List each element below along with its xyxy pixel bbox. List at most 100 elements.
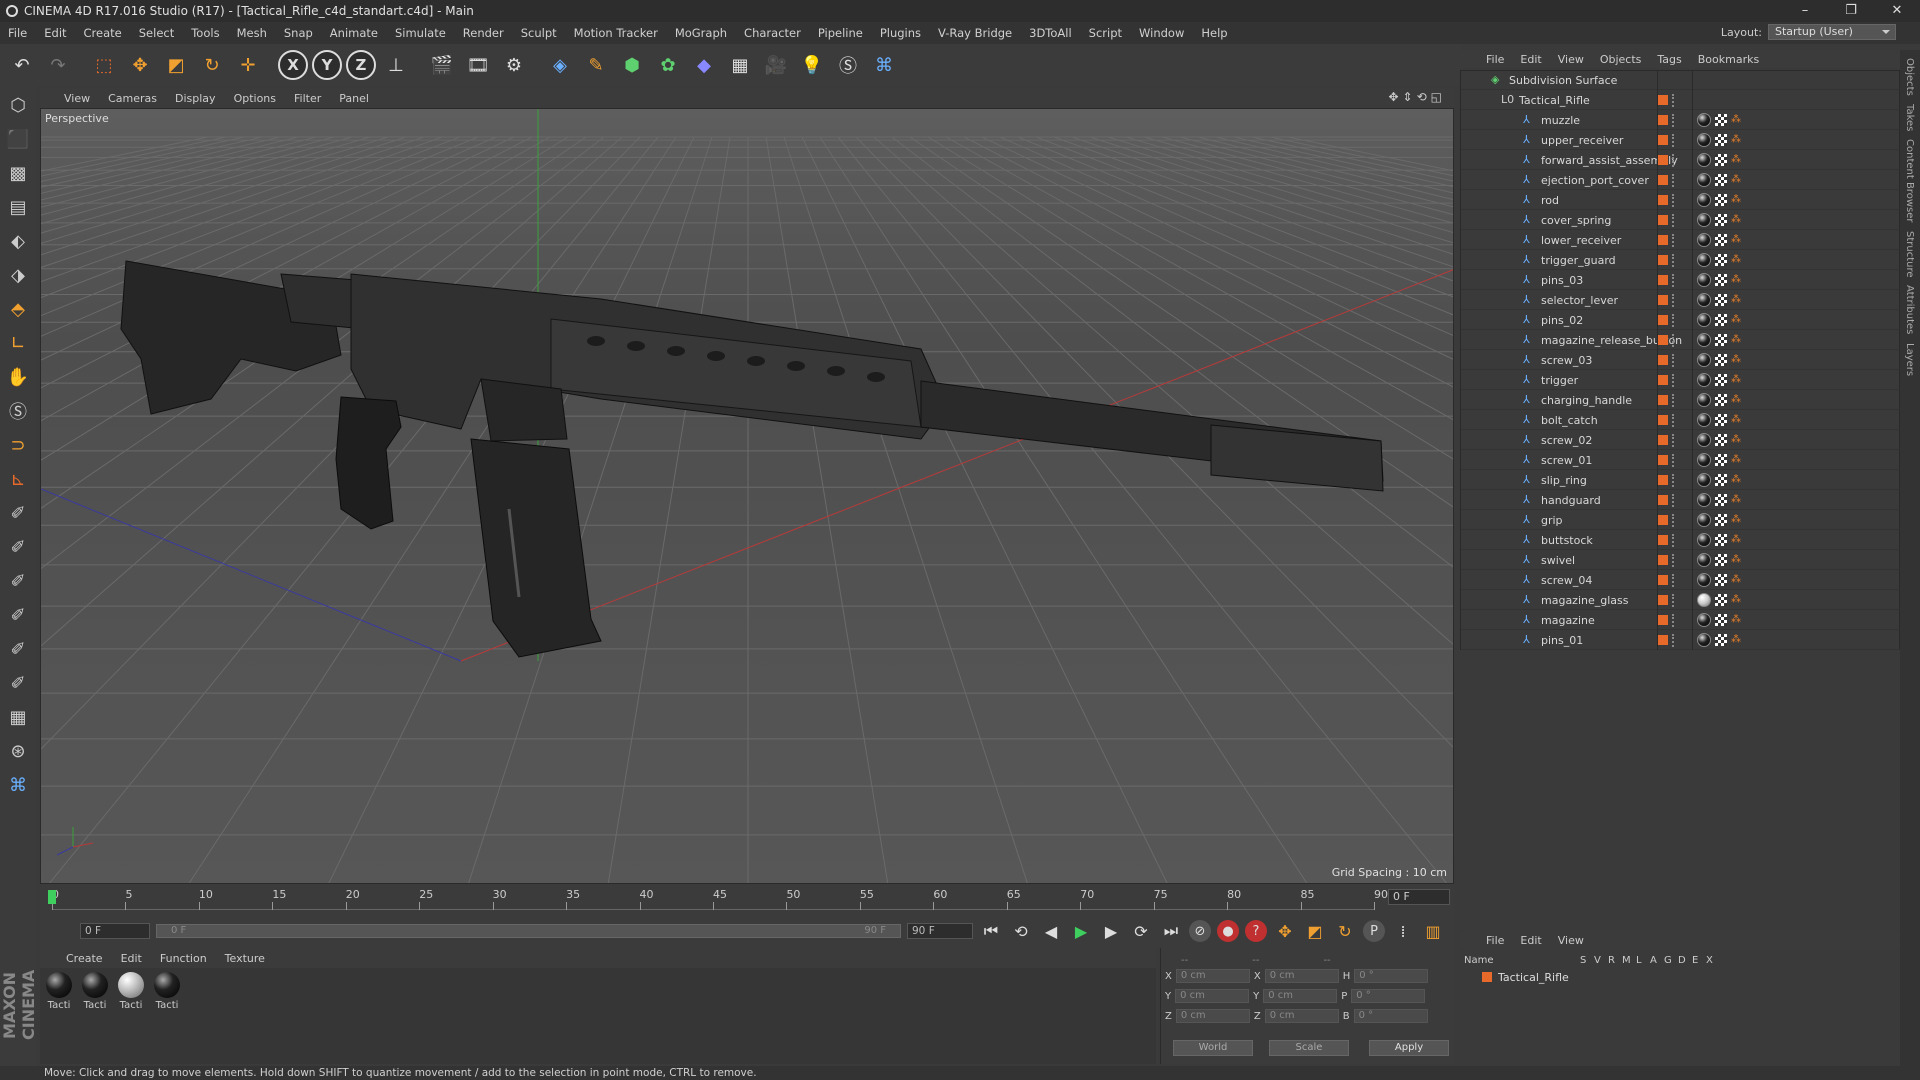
render-view-icon[interactable]: 🎬 <box>426 49 458 81</box>
object-name[interactable]: Tactical_Rifle <box>1519 94 1590 107</box>
apply-button[interactable]: Apply <box>1369 1040 1449 1056</box>
layer-color-swatch[interactable] <box>1658 435 1668 445</box>
magnet-icon[interactable]: ⊛ <box>3 736 33 766</box>
close-button[interactable]: ✕ <box>1874 0 1920 22</box>
layer-row[interactable]: Tactical_Rifle <box>1460 968 1900 986</box>
visibility-toggle[interactable] <box>1672 454 1676 467</box>
uvw-tag-icon[interactable] <box>1715 454 1727 466</box>
uvw-tag-icon[interactable] <box>1715 374 1727 386</box>
object-name[interactable]: swivel <box>1541 554 1575 567</box>
object-menu-file[interactable]: File <box>1486 53 1504 66</box>
object-name[interactable]: magazine_glass <box>1541 594 1629 607</box>
phong-tag-icon[interactable]: ⁂ <box>1731 135 1741 145</box>
phong-tag-icon[interactable]: ⁂ <box>1731 575 1741 585</box>
phong-tag-icon[interactable]: ⁂ <box>1731 375 1741 385</box>
material-swatch[interactable]: Tacti <box>80 972 110 1060</box>
menu-render[interactable]: Render <box>463 26 504 40</box>
uvw-tag-icon[interactable] <box>1715 134 1727 146</box>
layer-color-swatch[interactable] <box>1658 595 1668 605</box>
layer-color-swatch[interactable] <box>1658 615 1668 625</box>
visibility-toggle[interactable] <box>1672 274 1676 287</box>
start-frame-field[interactable]: 0 F <box>80 923 150 939</box>
undo-icon[interactable]: ↶ <box>6 49 38 81</box>
phong-tag-icon[interactable]: ⁂ <box>1731 455 1741 465</box>
phong-tag-icon[interactable]: ⁂ <box>1731 235 1741 245</box>
layer-color-swatch[interactable] <box>1658 575 1668 585</box>
uvw-tag-icon[interactable] <box>1715 274 1727 286</box>
visibility-toggle[interactable] <box>1672 194 1676 207</box>
viewport-menu-view[interactable]: View <box>64 92 90 105</box>
object-name[interactable]: screw_02 <box>1541 434 1592 447</box>
material-tag-icon[interactable] <box>1697 573 1711 587</box>
points-mode-icon[interactable]: ⬖ <box>3 226 33 256</box>
material-tag-icon[interactable] <box>1697 353 1711 367</box>
minimize-button[interactable]: – <box>1782 0 1828 22</box>
object-row[interactable]: ⅄ lower_receiver ⁂ <box>1461 231 1901 250</box>
object-row[interactable]: ⅄ ejection_port_cover ⁂ <box>1461 171 1901 190</box>
uvw-tag-icon[interactable] <box>1715 354 1727 366</box>
object-name[interactable]: bolt_catch <box>1541 414 1598 427</box>
menu-motion-tracker[interactable]: Motion Tracker <box>574 26 658 40</box>
object-row[interactable]: ⅄ bolt_catch ⁂ <box>1461 411 1901 430</box>
current-frame-field[interactable]: 0 F <box>1388 889 1450 905</box>
layer-color-swatch[interactable] <box>1658 635 1668 645</box>
phong-tag-icon[interactable]: ⁂ <box>1731 395 1741 405</box>
coordinate-system-icon[interactable]: ⊥ <box>380 49 412 81</box>
phong-tag-icon[interactable]: ⁂ <box>1731 155 1741 165</box>
material-tag-icon[interactable] <box>1697 613 1711 627</box>
phong-tag-icon[interactable]: ⁂ <box>1731 355 1741 365</box>
material-tag-icon[interactable] <box>1697 153 1711 167</box>
phong-tag-icon[interactable]: ⁂ <box>1731 255 1741 265</box>
material-tag-icon[interactable] <box>1697 173 1711 187</box>
object-name[interactable]: rod <box>1541 194 1559 207</box>
object-name[interactable]: pins_03 <box>1541 274 1583 287</box>
tab-structure[interactable]: Structure <box>1904 231 1915 278</box>
object-row[interactable]: ⅄ swivel ⁂ <box>1461 551 1901 570</box>
brush-2-icon[interactable]: ✐ <box>3 532 33 562</box>
uvw-tag-icon[interactable] <box>1715 234 1727 246</box>
grid-lock-icon[interactable]: ▦ <box>3 702 33 732</box>
layer-name[interactable]: Tactical_Rifle <box>1498 971 1569 984</box>
uvw-tag-icon[interactable] <box>1715 174 1727 186</box>
3d-viewport[interactable]: Perspective Grid Spacing : 10 cm <box>40 108 1454 884</box>
layer-color-swatch[interactable] <box>1658 555 1668 565</box>
uvw-tag-icon[interactable] <box>1715 594 1727 606</box>
material-tag-icon[interactable] <box>1697 193 1711 207</box>
timeline-playhead[interactable] <box>48 890 56 904</box>
key-position-icon[interactable]: ✥ <box>1273 919 1297 943</box>
material-menu-edit[interactable]: Edit <box>121 952 142 965</box>
layer-color-swatch[interactable] <box>1658 175 1668 185</box>
menu-plugins[interactable]: Plugins <box>880 26 921 40</box>
layer-color-swatch[interactable] <box>1658 475 1668 485</box>
phong-tag-icon[interactable]: ⁂ <box>1731 195 1741 205</box>
recent-tools-icon[interactable]: ✛ <box>232 49 264 81</box>
move-tool-icon[interactable]: ✥ <box>124 49 156 81</box>
uvw-tag-icon[interactable] <box>1715 294 1727 306</box>
previous-key-icon[interactable]: ⟲ <box>1009 919 1033 943</box>
material-menu-texture[interactable]: Texture <box>225 952 265 965</box>
solo-mode-icon[interactable]: Ⓢ <box>3 396 33 426</box>
key-scale-icon[interactable]: ◩ <box>1303 919 1327 943</box>
visibility-toggle[interactable] <box>1672 154 1676 167</box>
uvw-tag-icon[interactable] <box>1715 334 1727 346</box>
viewport-menu-cameras[interactable]: Cameras <box>108 92 157 105</box>
subdivision-icon[interactable]: ⬢ <box>616 49 648 81</box>
object-name[interactable]: screw_01 <box>1541 454 1592 467</box>
object-name[interactable]: grip <box>1541 514 1563 527</box>
menu-simulate[interactable]: Simulate <box>395 26 446 40</box>
texture-mode-icon[interactable]: ▩ <box>3 158 33 188</box>
phong-tag-icon[interactable]: ⁂ <box>1731 615 1741 625</box>
material-tag-icon[interactable] <box>1697 393 1711 407</box>
vray-icon[interactable]: Ⓢ <box>832 49 864 81</box>
coordinate-mode-dropdown[interactable]: World <box>1173 1040 1253 1056</box>
phong-tag-icon[interactable]: ⁂ <box>1731 215 1741 225</box>
key-point-level-icon[interactable]: ⁞ <box>1391 919 1415 943</box>
render-settings-icon[interactable]: ⚙ <box>498 49 530 81</box>
material-swatch[interactable]: Tacti <box>116 972 146 1060</box>
camera-icon[interactable]: 🎥 <box>760 49 792 81</box>
timeline-window-icon[interactable]: ▥ <box>1421 919 1445 943</box>
menu-tools[interactable]: Tools <box>191 26 219 40</box>
layer-color-swatch[interactable] <box>1482 972 1492 982</box>
next-key-icon[interactable]: ⟳ <box>1129 919 1153 943</box>
object-row[interactable]: ⅄ handguard ⁂ <box>1461 491 1901 510</box>
